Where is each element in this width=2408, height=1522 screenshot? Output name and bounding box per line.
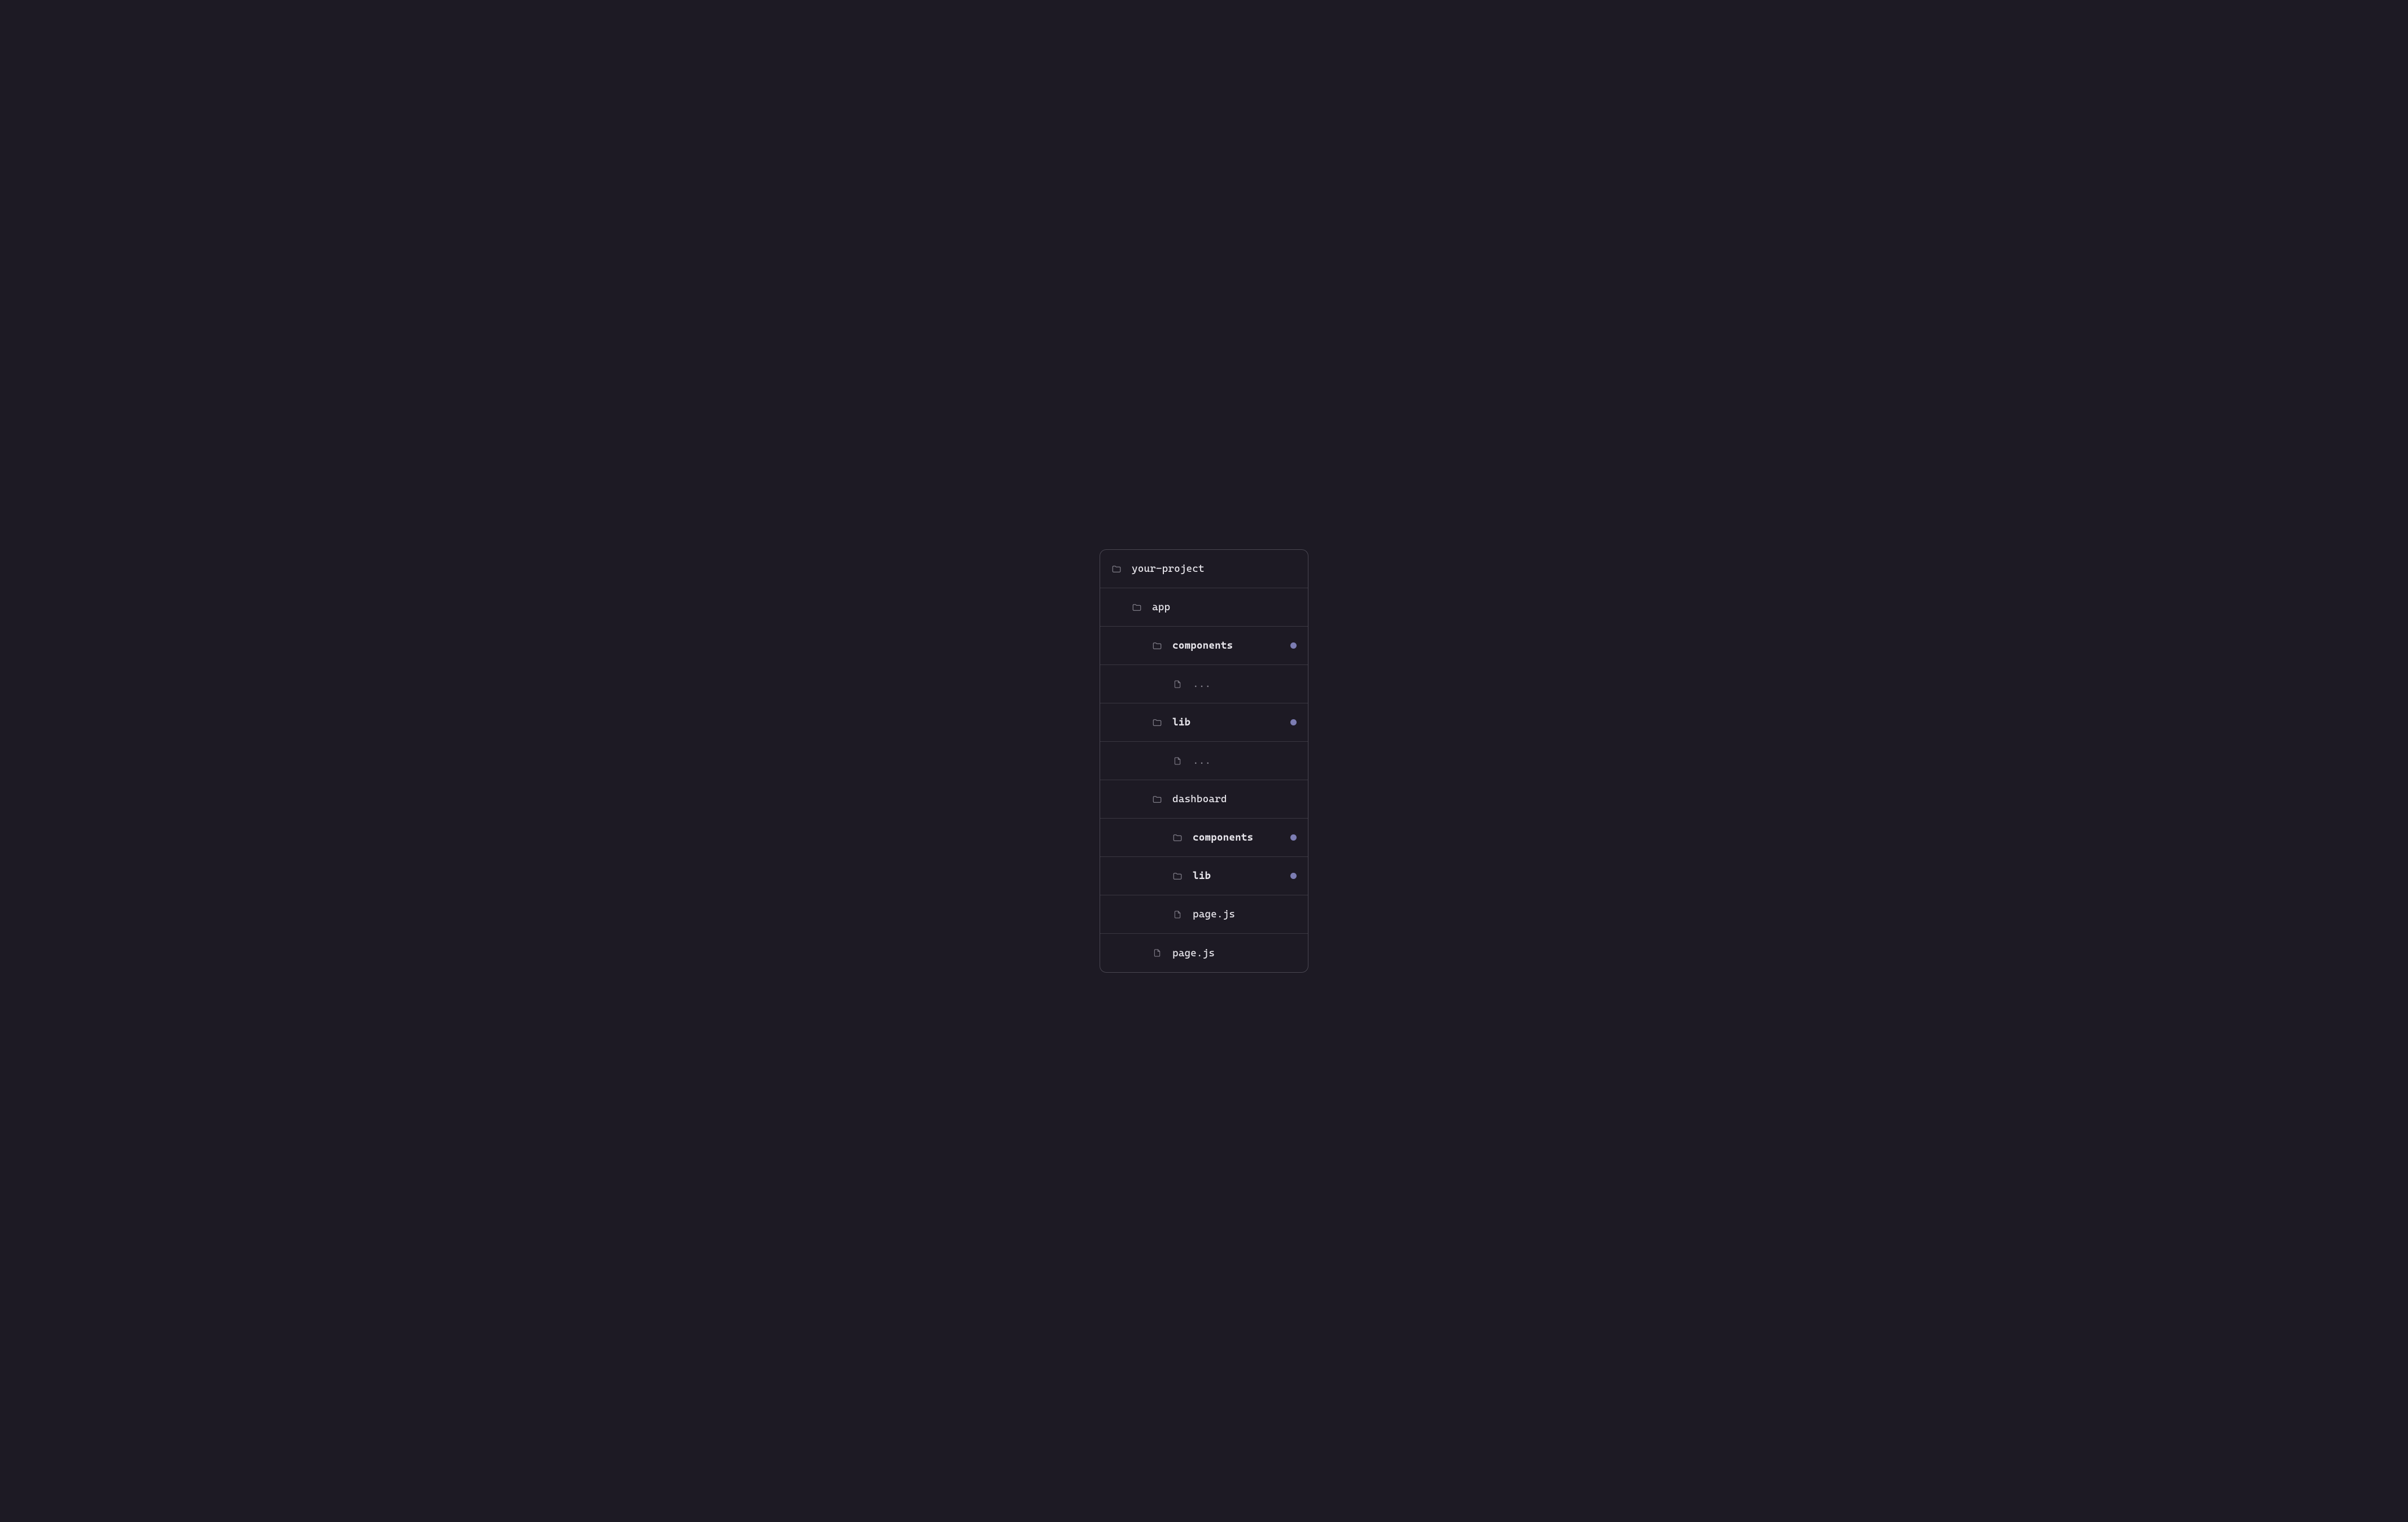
tree-item-label: ... xyxy=(1193,678,1211,690)
marker-dot-icon xyxy=(1290,834,1297,841)
folder-icon xyxy=(1111,564,1122,574)
file-icon xyxy=(1172,756,1183,766)
row-content: lib xyxy=(1172,870,1290,882)
tree-row[interactable]: app xyxy=(1100,588,1308,627)
tree-row[interactable]: lib xyxy=(1100,857,1308,895)
folder-icon xyxy=(1172,871,1183,881)
tree-item-label: lib xyxy=(1193,870,1211,882)
tree-item-label: ... xyxy=(1193,755,1211,767)
tree-item-label: page.js xyxy=(1172,947,1215,959)
file-icon xyxy=(1152,948,1162,958)
tree-row[interactable]: page.js xyxy=(1100,934,1308,972)
tree-item-label: components xyxy=(1172,640,1233,651)
file-icon xyxy=(1172,909,1183,920)
tree-row[interactable]: dashboard xyxy=(1100,780,1308,819)
row-content: components xyxy=(1172,832,1290,843)
row-content: ... xyxy=(1172,678,1297,690)
row-content: lib xyxy=(1152,716,1290,728)
folder-icon xyxy=(1152,641,1162,651)
tree-item-label: page.js xyxy=(1193,908,1235,920)
marker-dot-icon xyxy=(1290,719,1297,725)
file-tree: your-project app components... lib... dashbo… xyxy=(1100,549,1308,973)
marker-dot-icon xyxy=(1290,873,1297,879)
row-content: your-project xyxy=(1111,563,1297,575)
file-icon xyxy=(1172,679,1183,689)
row-content: app xyxy=(1132,601,1297,613)
folder-icon xyxy=(1152,718,1162,728)
tree-item-label: dashboard xyxy=(1172,793,1227,805)
tree-row[interactable]: your-project xyxy=(1100,550,1308,588)
tree-item-label: lib xyxy=(1172,716,1190,728)
folder-icon xyxy=(1152,794,1162,804)
tree-row[interactable]: components xyxy=(1100,627,1308,665)
tree-row[interactable]: ... xyxy=(1100,665,1308,703)
marker-dot-icon xyxy=(1290,642,1297,649)
row-content: page.js xyxy=(1152,947,1297,959)
folder-icon xyxy=(1172,833,1183,843)
tree-row[interactable]: page.js xyxy=(1100,895,1308,934)
tree-item-label: your-project xyxy=(1132,563,1205,575)
tree-row[interactable]: ... xyxy=(1100,742,1308,780)
tree-row[interactable]: components xyxy=(1100,819,1308,857)
tree-item-label: app xyxy=(1152,601,1170,613)
row-content: components xyxy=(1152,640,1290,651)
row-content: ... xyxy=(1172,755,1297,767)
row-content: page.js xyxy=(1172,908,1297,920)
row-content: dashboard xyxy=(1152,793,1297,805)
tree-item-label: components xyxy=(1193,832,1253,843)
folder-icon xyxy=(1132,602,1142,613)
tree-row[interactable]: lib xyxy=(1100,703,1308,742)
